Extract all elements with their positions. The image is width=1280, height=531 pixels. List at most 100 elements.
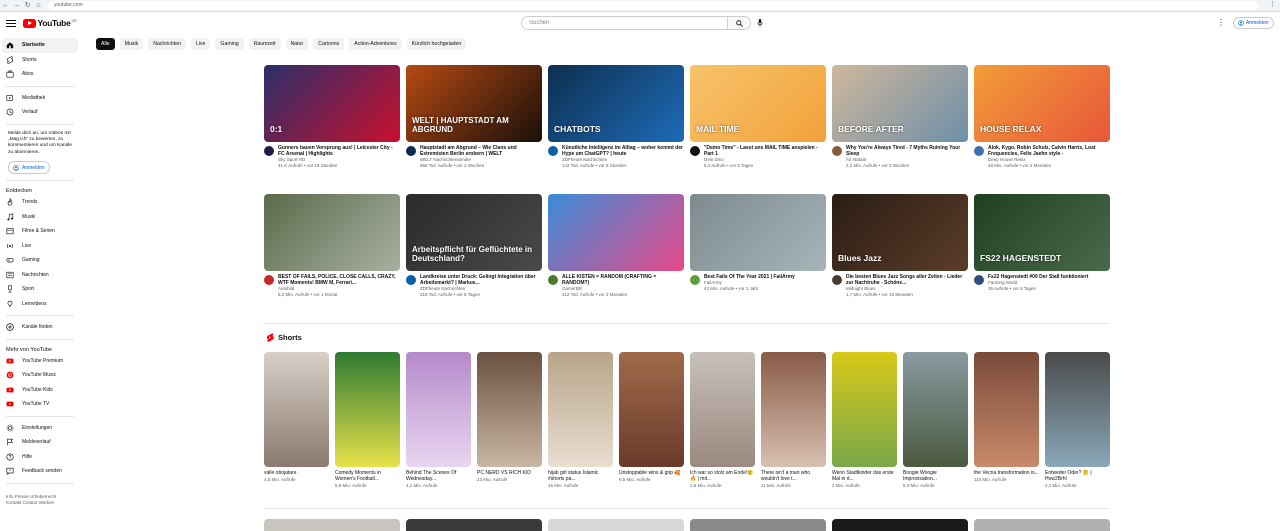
short-title[interactable]: Wenn Stadtkinder das erste Mal in d...	[832, 470, 897, 482]
back-icon[interactable]: ←	[0, 1, 11, 11]
chip-action-adventures[interactable]: Action-Adventures	[349, 38, 402, 50]
video-card[interactable]: Blues Jazz Die besten Blues Jazz Songs al…	[832, 194, 968, 298]
video-title[interactable]: BEST OF FAILS, POLICE, CLOSE CALLS, CRAZ…	[278, 274, 400, 286]
video-thumbnail[interactable]: CHATBOTS	[548, 65, 684, 142]
footer-links-2[interactable]: Kontakt Creator Werben	[6, 500, 74, 506]
short-thumbnail[interactable]	[903, 352, 968, 467]
video-thumbnail[interactable]: Arbeitspflicht für Geflüchtete in Deutsc…	[406, 194, 542, 271]
video-thumbnail[interactable]: WELT | HAUPTSTADT AM ABGRUND	[406, 65, 542, 142]
short-title[interactable]: Behind The Scenes Of Wednesday...	[406, 470, 471, 482]
short-thumbnail[interactable]	[974, 352, 1039, 467]
youtube-logo[interactable]: YouTube DE	[23, 18, 77, 28]
voice-search-button[interactable]	[754, 17, 766, 29]
channel-avatar[interactable]	[832, 146, 842, 156]
channel-avatar[interactable]	[832, 275, 842, 285]
forward-icon[interactable]: →	[11, 1, 22, 11]
video-title[interactable]: Künstliche Intelligenz im Alltag – woher…	[562, 145, 684, 157]
video-thumbnail[interactable]	[548, 194, 684, 271]
sidebar-item-abos[interactable]: Abos	[0, 67, 80, 82]
chip-live[interactable]: Live	[190, 38, 211, 50]
sidebar-item-youtube-music[interactable]: YouTube Music	[0, 368, 80, 383]
short-thumbnail[interactable]	[690, 352, 755, 467]
video-card[interactable]: Arbeitspflicht für Geflüchtete in Deutsc…	[406, 194, 542, 298]
signin-button[interactable]: Anmelden	[1233, 17, 1274, 29]
sidebar-item-nachrichten[interactable]: Nachrichten	[0, 268, 80, 283]
short-title[interactable]: There isn't a man who wouldn't love t...	[761, 470, 826, 482]
short-card[interactable]: Entweder Oder? 🤔 | How2Brhl 2,1 Mio. Aufr…	[1045, 352, 1110, 488]
settings-more-icon[interactable]: ⋮	[1217, 18, 1225, 28]
video-thumbnail[interactable]: HOUSE RELAX	[974, 65, 1110, 142]
sidebar-item-youtube-tv[interactable]: YouTube TV	[0, 397, 80, 412]
short-card[interactable]: the Vecna transformation is... 110 Mio. A…	[974, 352, 1039, 488]
video-card[interactable]: BEST OF FAILS, POLICE, CLOSE CALLS, CRAZ…	[264, 194, 400, 298]
short-card[interactable]: Behind The Scenes Of Wednesday... 4,1 Mio…	[406, 352, 471, 488]
video-thumbnail-peek[interactable]	[690, 519, 826, 531]
sidebar-item-live[interactable]: Live	[0, 239, 80, 254]
guide-menu-icon[interactable]	[6, 18, 16, 28]
video-thumbnail[interactable]	[690, 194, 826, 271]
channel-avatar[interactable]	[690, 275, 700, 285]
short-title[interactable]: Entweder Oder? 🤔 | How2Brhl	[1045, 470, 1110, 482]
video-card[interactable]: FS22 HAGENSTEDT Fs22 Hagenstedt #09 Der S…	[974, 194, 1110, 298]
video-title[interactable]: Gunners bauen Vorsprung aus! | Leicester…	[278, 145, 400, 157]
home-browser-icon[interactable]: ⌂	[33, 1, 44, 11]
video-card[interactable]: 0:1 Gunners bauen Vorsprung aus! | Leices…	[264, 65, 400, 169]
short-card[interactable]: Wenn Stadtkinder das erste Mal in d... 2 …	[832, 352, 897, 488]
short-thumbnail[interactable]	[832, 352, 897, 467]
sidebar-item-musik[interactable]: Musik	[0, 210, 80, 225]
short-thumbnail[interactable]	[406, 352, 471, 467]
short-card[interactable]: hijab girl status Islamic #shorts pa... 1…	[548, 352, 613, 488]
short-thumbnail[interactable]	[477, 352, 542, 467]
video-title[interactable]: Die besten Blues Jazz Songs aller Zeiten…	[846, 274, 968, 286]
channel-avatar[interactable]	[548, 146, 558, 156]
channel-avatar[interactable]	[974, 275, 984, 285]
sidebar-item-shorts[interactable]: Shorts	[0, 53, 80, 68]
short-card[interactable]: Comedy Moments in Women's Football... 5,8…	[335, 352, 400, 488]
sidebar-item-lernvideos[interactable]: Lernvideos	[0, 297, 80, 312]
short-thumbnail[interactable]	[1045, 352, 1110, 467]
short-title[interactable]: PC NERD VS RICH KID	[477, 470, 542, 476]
video-thumbnail-peek[interactable]	[832, 519, 968, 531]
video-title[interactable]: "Demo Time" - Lasst uns MAIL TIME anspie…	[704, 145, 826, 157]
short-card[interactable]: Boogie Woogie Improvisation... 5,3 Mio. A…	[903, 352, 968, 488]
short-title[interactable]: hijab girl status Islamic #shorts pa...	[548, 470, 613, 482]
video-title[interactable]: Landkreise unter Druck: Gelingt Integrat…	[420, 274, 542, 286]
short-thumbnail[interactable]	[335, 352, 400, 467]
chip-raumzeit[interactable]: Raumzeit	[248, 38, 281, 50]
short-card[interactable]: PC NERD VS RICH KID 23 Mio. Aufrufe	[477, 352, 542, 488]
address-bar[interactable]: youtube.com	[48, 1, 1258, 10]
short-title[interactable]: the Vecna transformation is...	[974, 470, 1039, 476]
video-card[interactable]: MAIL TIME "Demo Time" - Lasst uns MAIL TI…	[690, 65, 826, 169]
chip-gaming[interactable]: Gaming	[215, 38, 244, 50]
short-title[interactable]: Unstoppable wins & grip 🥰	[619, 470, 684, 476]
channel-avatar[interactable]	[974, 146, 984, 156]
channel-avatar[interactable]	[406, 146, 416, 156]
video-title[interactable]: ALLE KISTEN = RANDOM (CRAFTING = RANDOM?…	[562, 274, 684, 286]
short-thumbnail[interactable]	[619, 352, 684, 467]
channel-avatar[interactable]	[690, 146, 700, 156]
video-thumbnail-peek[interactable]	[264, 519, 400, 531]
channel-avatar[interactable]	[406, 275, 416, 285]
short-card[interactable]: Ich war so stolz am Ende!😢🔥 | mit... 1,6 …	[690, 352, 755, 488]
video-card[interactable]: BEFORE AFTER Why You're Always Tired - 7 …	[832, 65, 968, 169]
short-title[interactable]: Comedy Moments in Women's Football...	[335, 470, 400, 482]
video-card[interactable]: ALLE KISTEN = RANDOM (CRAFTING = RANDOM?…	[548, 194, 684, 298]
sidebar-item-filme-serien[interactable]: Filme & Serien	[0, 224, 80, 239]
video-thumbnail[interactable]: BEFORE AFTER	[832, 65, 968, 142]
sidebar-signin-button[interactable]: Anmelden	[8, 161, 50, 175]
video-card[interactable]: WELT | HAUPTSTADT AM ABGRUND Hauptstadt a…	[406, 65, 542, 169]
video-title[interactable]: Alok, Kygo, Robin Schulz, Calvin Harris,…	[988, 145, 1110, 157]
sidebar-item-hilfe[interactable]: Hilfe	[0, 450, 80, 465]
sidebar-item-browse-channels[interactable]: Kanäle finden	[0, 320, 80, 335]
sidebar-item-trends[interactable]: Trends	[0, 195, 80, 210]
short-thumbnail[interactable]	[264, 352, 329, 467]
short-thumbnail[interactable]	[761, 352, 826, 467]
sidebar-item-youtube-kids[interactable]: YouTube Kids	[0, 383, 80, 398]
video-thumbnail[interactable]	[264, 194, 400, 271]
video-thumbnail[interactable]: 0:1	[264, 65, 400, 142]
video-thumbnail[interactable]: Blues Jazz	[832, 194, 968, 271]
channel-avatar[interactable]	[264, 275, 274, 285]
chip-alle[interactable]: Alle	[96, 38, 115, 50]
short-thumbnail[interactable]	[548, 352, 613, 467]
video-thumbnail-peek[interactable]	[406, 519, 542, 531]
